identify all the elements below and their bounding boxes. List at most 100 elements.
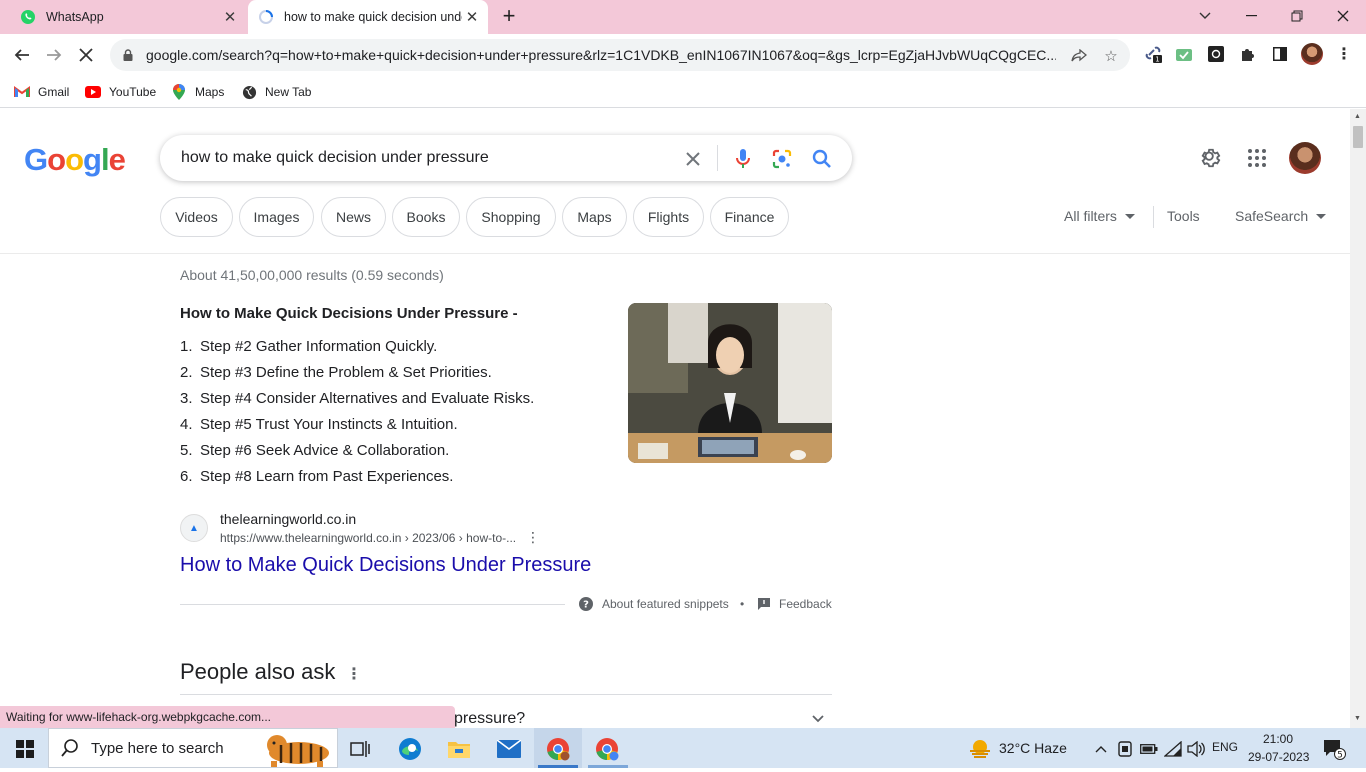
bookmark-star-icon[interactable]: ☆ [1102, 47, 1120, 65]
more-options-icon[interactable]: ⋮ [526, 529, 540, 547]
weather-haze-icon[interactable] [967, 736, 993, 762]
scrollbar-thumb[interactable] [1353, 126, 1363, 148]
chip-videos[interactable]: Videos [160, 197, 233, 237]
paa-question[interactable]: pressure? [454, 710, 525, 728]
tab-search-chevron-icon[interactable] [1182, 0, 1228, 32]
google-logo[interactable]: Google [24, 142, 126, 178]
extension-dark-icon[interactable] [1206, 44, 1226, 64]
tab-google-search[interactable]: how to make quick decision unde ✕ [248, 0, 488, 34]
bookmark-gmail[interactable]: Gmail [14, 82, 69, 102]
list-item: 6. Step #8 Learn from Past Experiences. [180, 468, 454, 485]
svg-text:5: 5 [1337, 750, 1343, 760]
scroll-up-icon[interactable]: ▲ [1354, 113, 1361, 120]
volume-icon[interactable] [1183, 736, 1209, 762]
google-lens-icon[interactable] [771, 148, 793, 170]
back-arrow-icon[interactable] [10, 43, 34, 67]
show-hidden-icons-chevron-icon[interactable] [1088, 736, 1114, 762]
source-url[interactable]: https://www.thelearningworld.co.in › 202… [220, 531, 516, 545]
tab-strip: WhatsApp ✕ how to make quick decision un… [0, 0, 1366, 34]
site-favicon[interactable]: ▲ [180, 514, 208, 542]
windows-start-icon[interactable] [12, 736, 38, 762]
chip-news[interactable]: News [321, 197, 386, 237]
chip-flights[interactable]: Flights [633, 197, 704, 237]
people-also-ask-title: People also ask [180, 659, 336, 684]
extensions-puzzle-icon[interactable] [1238, 44, 1258, 64]
close-window-button[interactable] [1320, 0, 1366, 32]
meet-now-icon[interactable] [1112, 736, 1138, 762]
featured-snippet-image[interactable] [628, 303, 832, 463]
kebab-menu-icon[interactable]: ⋮ [1334, 44, 1354, 64]
extension-link-icon[interactable]: 1 [1143, 44, 1163, 64]
chip-maps[interactable]: Maps [562, 197, 627, 237]
search-box[interactable]: how to make quick decision under pressur… [160, 135, 852, 181]
scroll-down-icon[interactable]: ▼ [1354, 715, 1361, 722]
side-panel-icon[interactable] [1270, 44, 1290, 64]
featured-snippet-title: How to Make Quick Decisions Under Pressu… [180, 305, 518, 322]
clock-date[interactable]: 29-07-2023 [1248, 750, 1309, 764]
bookmark-maps[interactable]: Maps [171, 82, 224, 102]
settings-gear-icon[interactable] [1199, 146, 1223, 170]
search-input[interactable]: how to make quick decision under pressur… [181, 149, 489, 167]
all-filters-dropdown[interactable]: All filters [1064, 208, 1135, 224]
microphone-icon[interactable] [732, 148, 754, 170]
close-icon[interactable]: ✕ [220, 7, 240, 27]
chevron-down-icon[interactable] [812, 710, 824, 726]
task-view-icon[interactable] [347, 736, 373, 762]
minimize-button[interactable] [1228, 0, 1274, 32]
all-filters-label: All filters [1064, 208, 1117, 224]
paa-divider [180, 694, 832, 695]
chrome-icon-2[interactable] [594, 736, 620, 762]
mail-icon[interactable] [496, 736, 522, 762]
page-scrollbar[interactable]: ▲ ▼ [1350, 109, 1366, 728]
about-featured-snippets[interactable]: ? About featured snippets [579, 597, 729, 611]
list-item: 3. Step #4 Consider Alternatives and Eval… [180, 390, 535, 407]
weather-text[interactable]: 32°C Haze [999, 740, 1067, 756]
status-bar: Waiting for www-lifehack-org.webpkgcache… [0, 706, 455, 728]
chip-books[interactable]: Books [392, 197, 460, 237]
forward-arrow-icon[interactable] [42, 43, 66, 67]
taskbar-search[interactable]: Type here to search [48, 728, 338, 768]
tools-divider [1153, 206, 1154, 228]
profile-avatar[interactable] [1301, 43, 1323, 65]
search-icon [61, 739, 79, 757]
safesearch-dropdown[interactable]: SafeSearch [1235, 208, 1327, 224]
tools-button[interactable]: Tools [1167, 208, 1200, 224]
stop-loading-icon[interactable] [74, 43, 98, 67]
apps-grid-icon[interactable] [1245, 146, 1269, 170]
chip-shopping[interactable]: Shopping [466, 197, 556, 237]
bookmark-youtube[interactable]: YouTube [85, 82, 156, 102]
chip-images[interactable]: Images [239, 197, 314, 237]
new-tab-button[interactable]: + [498, 5, 520, 28]
search-icon[interactable] [811, 148, 833, 170]
tab-title: WhatsApp [46, 10, 104, 24]
notifications-icon[interactable]: 5 [1321, 736, 1347, 762]
clock-time[interactable]: 21:00 [1263, 732, 1293, 746]
list-item: 1. Step #2 Gather Information Quickly. [180, 338, 438, 355]
result-stats: About 41,50,00,000 results (0.59 seconds… [180, 267, 444, 283]
edge-browser-icon[interactable] [397, 736, 423, 762]
restore-button[interactable] [1274, 0, 1320, 32]
browser-toolbar: google.com/search?q=how+to+make+quick+de… [0, 34, 1366, 76]
svg-text:?: ? [583, 600, 589, 611]
address-bar[interactable]: google.com/search?q=how+to+make+quick+de… [110, 39, 1130, 71]
source-site-name[interactable]: thelearningworld.co.in [220, 511, 356, 527]
share-icon[interactable] [1070, 47, 1088, 65]
close-icon[interactable]: ✕ [462, 7, 482, 27]
chip-finance[interactable]: Finance [710, 197, 789, 237]
result-title-link[interactable]: How to Make Quick Decisions Under Pressu… [180, 554, 591, 577]
extension-green-icon[interactable] [1174, 44, 1194, 64]
clear-icon[interactable] [682, 148, 704, 170]
feedback-button[interactable]: Feedback [758, 597, 832, 611]
tab-title: how to make quick decision unde [284, 10, 462, 24]
taskbar: Type here to search 32°C Haze ENG 21:00 … [0, 728, 1366, 768]
lock-icon [120, 49, 136, 61]
account-avatar[interactable] [1289, 142, 1321, 174]
battery-icon[interactable] [1136, 736, 1162, 762]
gmail-icon [14, 84, 30, 100]
tab-whatsapp[interactable]: WhatsApp ✕ [8, 0, 246, 34]
chrome-icon[interactable] [545, 736, 571, 762]
bookmark-new-tab[interactable]: New Tab [241, 82, 311, 102]
file-explorer-icon[interactable] [446, 736, 472, 762]
more-options-icon[interactable]: ⋮ [346, 664, 362, 684]
language-indicator[interactable]: ENG [1212, 740, 1238, 754]
